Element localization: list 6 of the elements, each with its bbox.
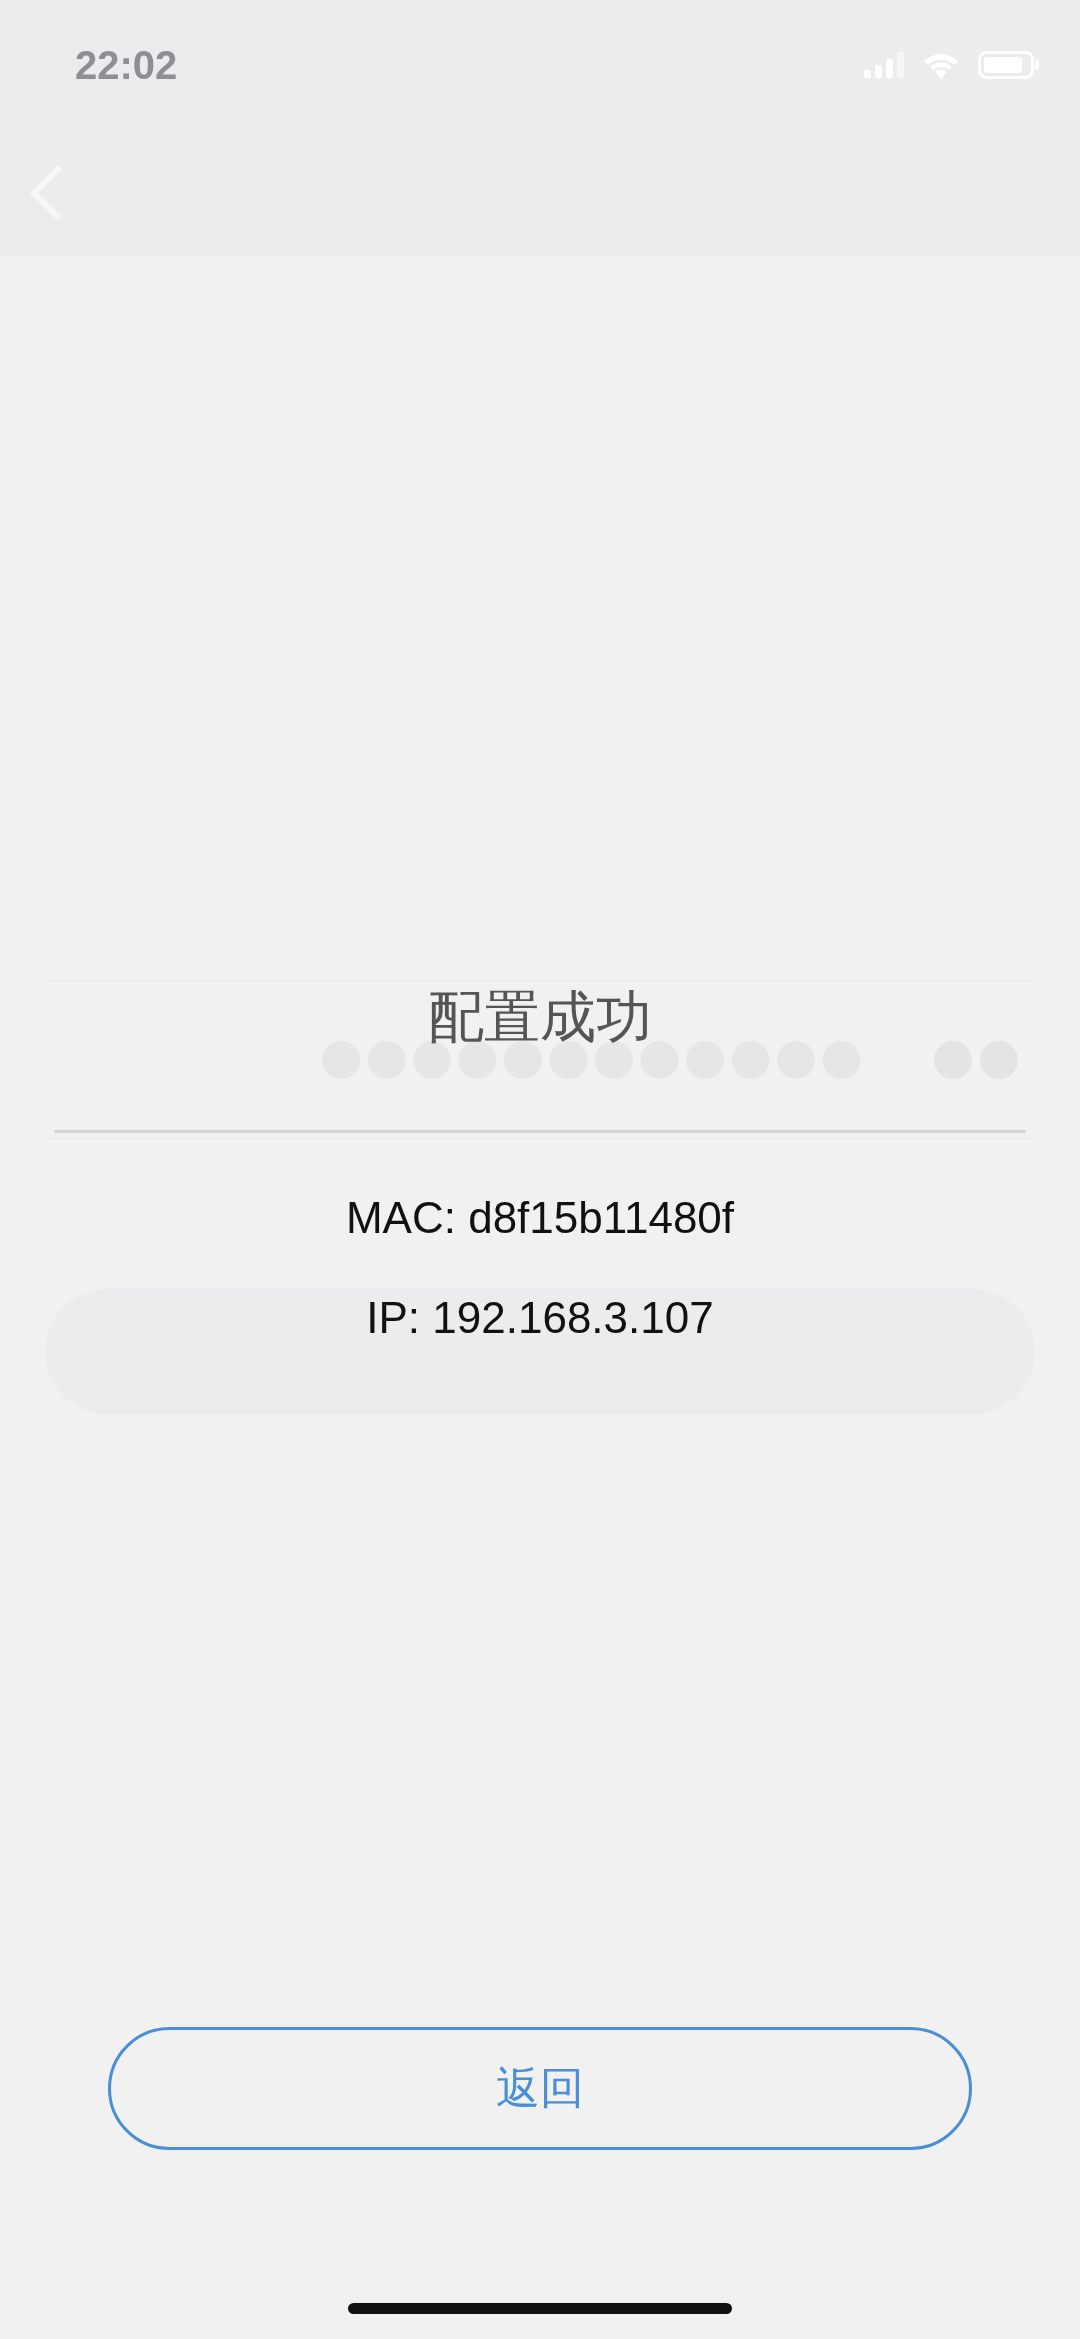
- return-button[interactable]: 返回: [108, 2027, 972, 2150]
- status-time: 22:02: [75, 42, 178, 88]
- home-indicator[interactable]: [348, 2303, 732, 2314]
- result-text: IP: 192.168.3.107: [366, 1293, 714, 1343]
- dialog-title: 配置成功: [428, 984, 652, 1050]
- result-text: MAC: d8f15b11480f: [345, 1193, 735, 1243]
